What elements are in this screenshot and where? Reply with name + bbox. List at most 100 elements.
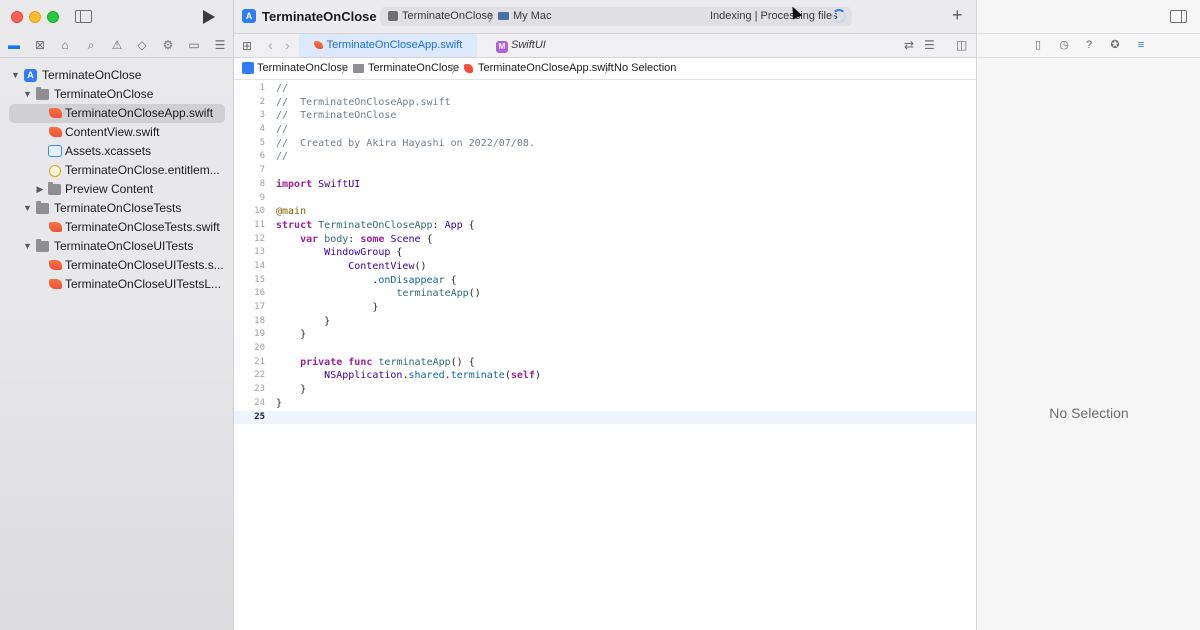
tab-terminateoncloseapp-swift[interactable]: TerminateOnCloseApp.swift — [299, 34, 477, 57]
code-line[interactable]: 4 // — [234, 123, 976, 137]
inspector-empty-label: No Selection — [1049, 405, 1129, 421]
code-line[interactable]: 22 NSApplication.shared.terminate(self) — [234, 369, 976, 383]
swap-editor-icon[interactable]: ⇄ — [904, 38, 914, 52]
code-line[interactable]: 17 } — [234, 301, 976, 315]
chevron-down-icon[interactable]: ▼ — [23, 199, 32, 218]
quick-help-icon[interactable]: ? — [1082, 38, 1096, 52]
test-navigator-icon[interactable]: ◇ — [135, 38, 149, 52]
scheme-selector[interactable]: TerminateOnClose — [402, 10, 493, 22]
source-editor[interactable]: 1 // 2 // TerminateOnCloseApp.swift 3 // Te… — [234, 82, 976, 630]
tree-item-label: TerminateOnCloseUITests.s... — [65, 258, 224, 272]
code-text: } — [276, 302, 379, 313]
code-line[interactable]: 13 WindowGroup { — [234, 246, 976, 260]
folder-icon — [353, 64, 364, 73]
source-control-navigator-icon[interactable]: ⊠ — [33, 38, 47, 52]
tree-item-file[interactable]: TerminateOnClose.entitlem... — [0, 161, 234, 180]
accessibility-inspector-icon[interactable]: ✪ — [1108, 38, 1122, 52]
breadcrumb-item[interactable]: No Selection — [614, 62, 676, 74]
attributes-inspector-icon[interactable]: ≡ — [1134, 38, 1148, 52]
minimize-window-button[interactable] — [29, 11, 41, 23]
tree-item-file[interactable]: TerminateOnCloseUITests.s... — [0, 256, 234, 275]
issue-navigator-icon[interactable]: ⚠ — [110, 38, 124, 52]
code-text: struct TerminateOnCloseApp: App { — [276, 219, 475, 231]
related-items-grid-icon[interactable]: ⊞ — [242, 39, 252, 53]
line-number: 23 — [254, 384, 265, 395]
chevron-right-icon[interactable]: ▶ — [36, 180, 44, 199]
folder-icon — [36, 239, 49, 252]
code-line[interactable]: 12 var body: some Scene { — [234, 233, 976, 247]
debug-navigator-icon[interactable]: ⚙ — [161, 38, 175, 52]
code-text: // — [276, 151, 289, 163]
code-line[interactable]: 6 // — [234, 150, 976, 164]
editor-options-icon[interactable]: ☰ — [924, 38, 935, 52]
tree-item-file[interactable]: TerminateOnCloseTests.swift — [0, 218, 234, 237]
history-inspector-icon[interactable]: ◷ — [1057, 38, 1071, 52]
code-line[interactable]: 14 ContentView() — [234, 260, 976, 274]
breakpoint-navigator-icon[interactable]: ▭ — [187, 38, 201, 52]
zoom-window-button[interactable] — [47, 11, 59, 23]
code-line[interactable]: 19 } — [234, 328, 976, 342]
code-line-current[interactable]: 25 — [234, 410, 976, 425]
tree-item-project[interactable]: ▼ TerminateOnClose — [0, 66, 234, 85]
tree-item-file[interactable]: ContentView.swift — [0, 123, 234, 142]
line-number: 18 — [254, 315, 265, 326]
tree-item-folder[interactable]: ▼ TerminateOnClose — [0, 85, 234, 104]
file-inspector-icon[interactable]: ▯ — [1031, 38, 1045, 52]
tree-item-folder[interactable]: ▼ TerminateOnCloseTests — [0, 199, 234, 218]
chevron-down-icon[interactable]: ▼ — [23, 237, 32, 256]
line-number: 17 — [254, 302, 265, 312]
breadcrumb-item[interactable]: TerminateOnClose — [257, 62, 348, 74]
code-line[interactable]: 18 } — [234, 315, 976, 329]
code-line[interactable]: 21 private func terminateApp() { — [234, 356, 976, 370]
split-editor-icon[interactable]: ◫ — [956, 38, 967, 52]
tree-item-folder[interactable]: ▼ TerminateOnCloseUITests — [0, 237, 234, 256]
tree-item-label: Preview Content — [65, 182, 154, 196]
code-line[interactable]: 20 — [234, 342, 976, 356]
code-line[interactable]: 11 struct TerminateOnCloseApp: App { — [234, 219, 976, 233]
tree-item-label: ContentView.swift — [65, 125, 160, 139]
line-number: 6 — [259, 151, 265, 162]
chevron-down-icon[interactable]: ▼ — [11, 66, 20, 85]
tree-item-folder[interactable]: ▶ Preview Content — [0, 180, 234, 199]
toggle-navigator-icon[interactable] — [75, 10, 92, 23]
toggle-inspector-icon[interactable] — [1170, 10, 1187, 23]
code-line[interactable]: 8 import SwiftUI — [234, 178, 976, 192]
project-navigator-icon[interactable]: ▬ — [7, 38, 21, 52]
tab-swiftui[interactable]: M SwiftUI — [496, 34, 576, 57]
tree-item-file[interactable]: TerminateOnCloseUITestsL... — [0, 275, 234, 294]
chevron-down-icon[interactable]: ▼ — [23, 85, 32, 104]
run-destination-selector[interactable]: My Mac — [513, 10, 552, 22]
line-number: 15 — [254, 274, 265, 285]
code-line[interactable]: 23 } — [234, 383, 976, 397]
run-button[interactable] — [203, 10, 215, 24]
code-line[interactable]: 5 // Created by Akira Hayashi on 2022/07/… — [234, 137, 976, 151]
tree-item-file-selected[interactable]: TerminateOnCloseApp.swift — [9, 104, 225, 123]
code-line[interactable]: 16 terminateApp() — [234, 287, 976, 301]
back-arrow-icon[interactable]: ‹ — [268, 37, 273, 53]
close-window-button[interactable] — [11, 11, 23, 23]
code-line[interactable]: 9 — [234, 192, 976, 206]
swift-file-icon — [464, 64, 473, 73]
scheme-icon — [388, 11, 398, 21]
code-line[interactable]: 1 // — [234, 82, 976, 96]
navigator-sidebar: ▬ ⊠ ⌂ ⌕ ⚠ ◇ ⚙ ▭ ☰ ▼ TerminateOnClose ▼ T… — [0, 0, 234, 630]
line-number: 7 — [259, 165, 265, 176]
code-line[interactable]: 24} — [234, 397, 976, 411]
code-line[interactable]: 2 // TerminateOnCloseApp.swift — [234, 96, 976, 110]
code-text: // TerminateOnClose — [276, 110, 397, 122]
code-line[interactable]: 7 — [234, 164, 976, 178]
code-line[interactable]: 3 // TerminateOnClose — [234, 109, 976, 123]
swiftui-module-icon: M — [496, 41, 508, 53]
library-plus-button[interactable]: + — [952, 6, 963, 24]
line-number: 3 — [259, 110, 265, 121]
breadcrumb-item[interactable]: TerminateOnCloseApp.swift — [478, 62, 614, 74]
breadcrumb-item[interactable]: TerminateOnClose — [368, 62, 459, 74]
forward-arrow-icon[interactable]: › — [285, 37, 290, 53]
report-navigator-icon[interactable]: ☰ — [213, 38, 227, 52]
code-line[interactable]: 15 .onDisappear { — [234, 274, 976, 288]
code-text: } — [276, 329, 307, 341]
symbol-navigator-icon[interactable]: ⌂ — [58, 38, 72, 52]
code-line[interactable]: 10 @main — [234, 205, 976, 219]
find-navigator-icon[interactable]: ⌕ — [84, 38, 98, 52]
tree-item-file[interactable]: Assets.xcassets — [0, 142, 234, 161]
